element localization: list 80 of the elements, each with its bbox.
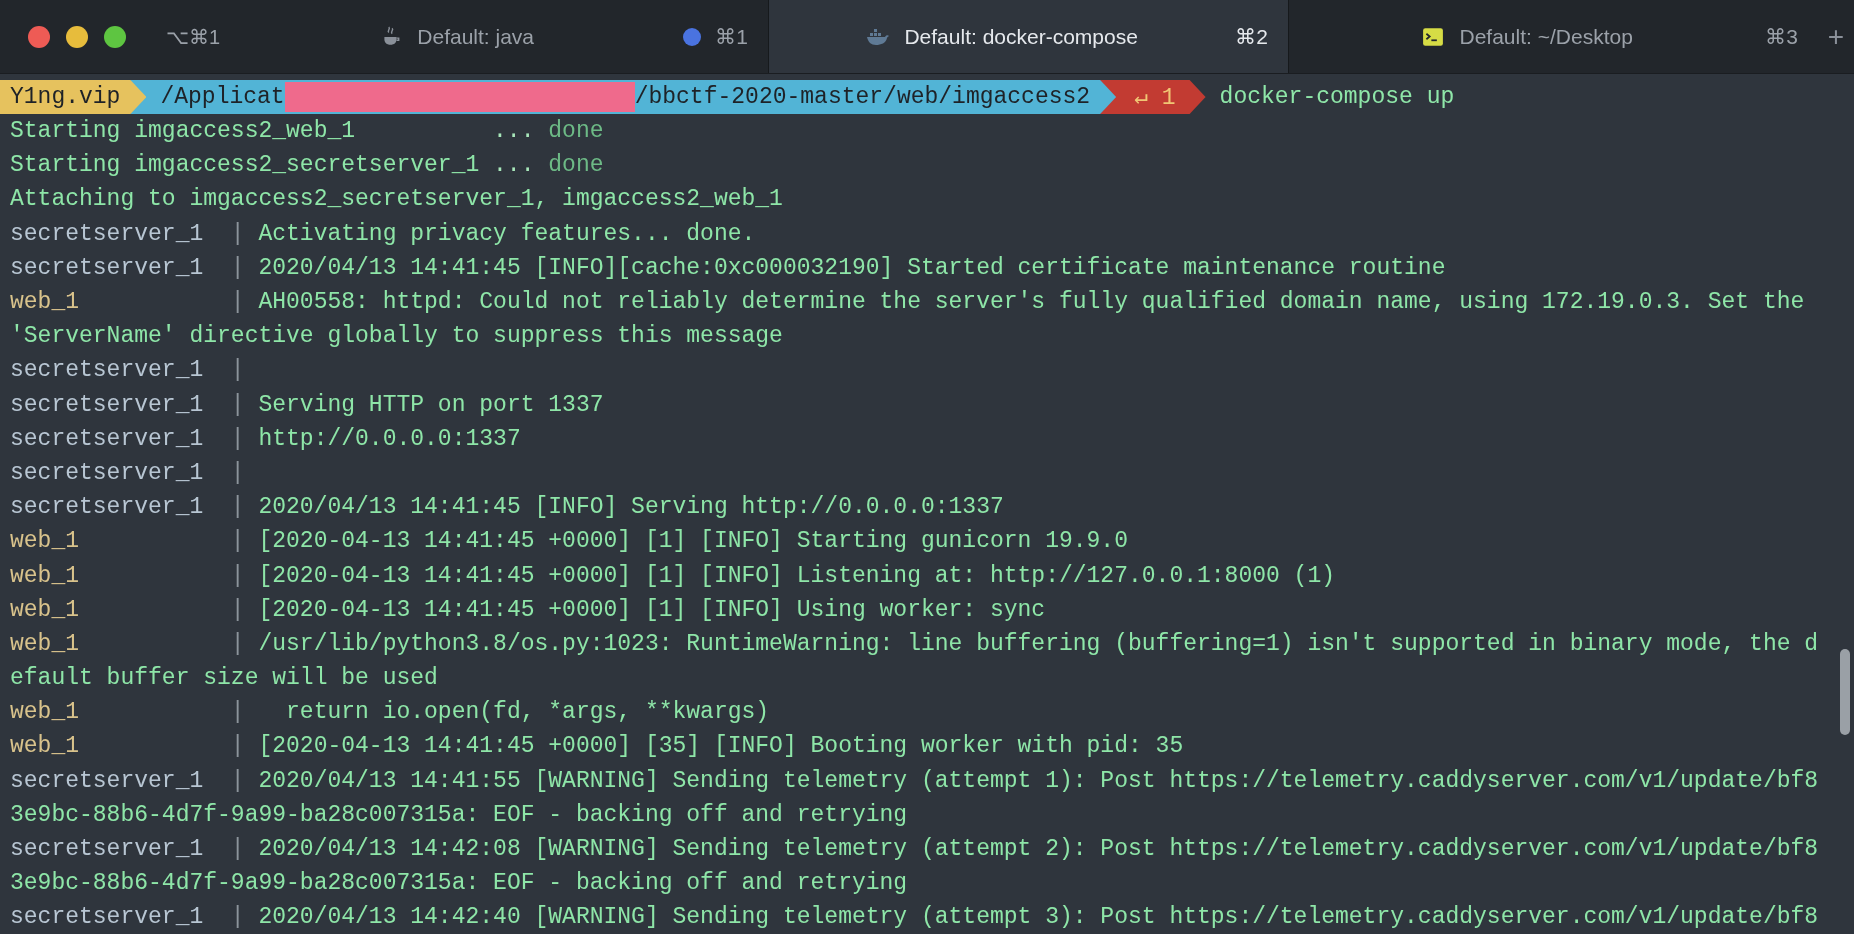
log-message: 2020/04/13 14:42:08 [WARNING] Sending telemetry (attempt 2): Post https://telemetry.caddyserver.com/v1/update/bf8 (258, 836, 1819, 863)
separator-pipe: | (230, 836, 245, 863)
service-name: web_1 (10, 733, 80, 760)
separator-pipe: | (230, 425, 245, 452)
host-segment: Y1ng.vip (0, 80, 147, 114)
log-message: /usr/lib/python3.8/os.py:1023: RuntimeWarning: line buffering (buffering=1) isn't supported in binary mode, the d (258, 630, 1819, 657)
log-message: 2020/04/13 14:41:45 [INFO] Serving http://0.0.0.0:1337 (258, 494, 1004, 521)
minimize-button[interactable] (66, 25, 88, 48)
new-tab-button[interactable]: + (1818, 0, 1854, 73)
tab-label: Default: ~/Desktop (1459, 24, 1633, 49)
service-name: secretserver_1 (10, 767, 205, 794)
log-text: efault buffer size will be used (10, 665, 438, 692)
window-shortcut: ⌥⌘1 (166, 24, 221, 49)
separator-pipe: | (230, 289, 245, 316)
separator-pipe: | (230, 494, 245, 521)
log-message: 2020/04/13 14:41:55 [WARNING] Sending telemetry (attempt 1): Post https://telemetry.caddyserver.com/v1/update/bf8 (258, 767, 1819, 794)
service-name: web_1 (10, 596, 80, 623)
separator-pipe: | (230, 357, 245, 384)
tab-label: Default: docker-compose (904, 24, 1138, 49)
separator-pipe: | (230, 904, 245, 931)
status-text: done (548, 118, 604, 145)
path-text: /Applicat (160, 84, 285, 110)
log-message: http://0.0.0.0:1337 (258, 425, 521, 452)
status-text: done (548, 152, 604, 179)
separator-pipe: | (230, 254, 245, 281)
log-text: 'ServerName' directive globally to suppress this message (10, 323, 783, 350)
separator-pipe: | (230, 220, 245, 247)
separator-pipe: | (230, 630, 245, 657)
tab[interactable]: Default: ~/Desktop ⌘3 (1288, 0, 1818, 73)
tab-shortcut: ⌘1 (715, 24, 748, 49)
progress-dots: ... (493, 152, 535, 179)
service-name: secretserver_1 (10, 836, 205, 863)
separator-pipe: | (230, 528, 245, 555)
separator-pipe: | (230, 767, 245, 794)
separator-pipe: | (230, 562, 245, 589)
log-message: Activating privacy features... done. (258, 220, 756, 247)
tab-label: Default: java (417, 24, 534, 49)
separator-pipe: | (230, 733, 245, 760)
log-message: Serving HTTP on port 1337 (258, 391, 604, 418)
log-message: [2020-04-13 14:41:45 +0000] [1] [INFO] Using worker: sync (258, 596, 1046, 623)
log-message: 2020/04/13 14:41:45 [INFO][cache:0xc000032190] Started certificate maintenance routine (258, 254, 1446, 281)
tab-shortcut: ⌘2 (1235, 24, 1268, 49)
log-message: return io.open(fd, *args, **kwargs) (285, 699, 770, 726)
log-message: 2020/04/13 14:42:40 [WARNING] Sending telemetry (attempt 3): Post https://telemetry.caddyserver.com/v1/update/bf8 (258, 904, 1819, 931)
log-text: Starting imgaccess2_secretserver_1 (10, 152, 480, 179)
tab[interactable]: Default: docker-compose ⌘2 (768, 0, 1288, 73)
log-message: [2020-04-13 14:41:45 +0000] [1] [INFO] Listening at: http://127.0.0.1:8000 (1) (258, 562, 1335, 589)
service-name: secretserver_1 (10, 459, 205, 486)
service-name: secretserver_1 (10, 357, 205, 384)
close-button[interactable] (28, 25, 50, 48)
service-name: web_1 (10, 699, 80, 726)
service-name: secretserver_1 (10, 391, 205, 418)
separator-pipe: | (230, 596, 245, 623)
separator-pipe: | (230, 459, 245, 486)
separator-pipe: | (230, 391, 245, 418)
tab-shortcut: ⌘3 (1765, 24, 1798, 49)
service-name: secretserver_1 (10, 904, 205, 931)
progress-dots: ... (493, 118, 535, 145)
service-name: web_1 (10, 562, 80, 589)
zoom-button[interactable] (104, 25, 126, 48)
service-name: secretserver_1 (10, 220, 205, 247)
separator-pipe: | (230, 699, 245, 726)
log-text: Starting imgaccess2_web_1 (10, 118, 357, 145)
command-text: docker-compose up (1219, 83, 1455, 112)
log-text: 3e9bc-88b6-4d7f-9a99-ba28c007315a: EOF - backing off and retrying (10, 870, 908, 897)
path-text: /bbctf-2020-master/web/imgaccess2 (634, 84, 1091, 110)
log-message: [2020-04-13 14:41:45 +0000] [1] [INFO] Starting gunicorn 19.9.0 (258, 528, 1128, 555)
service-name: web_1 (10, 630, 80, 657)
service-name: secretserver_1 (10, 254, 205, 281)
tab[interactable]: Default: java ⌘1 (230, 0, 768, 73)
service-name: web_1 (10, 289, 80, 316)
scrollbar-thumb[interactable] (1840, 649, 1850, 735)
service-name: web_1 (10, 528, 80, 555)
service-name: secretserver_1 (10, 425, 205, 452)
log-text: Attaching to imgaccess2_secretserver_1, imgaccess2_web_1 (10, 186, 783, 213)
log-text: 3e9bc-88b6-4d7f-9a99-ba28c007315a: EOF - backing off and retrying (10, 801, 908, 828)
service-name: secretserver_1 (10, 494, 205, 521)
terminal-icon (1421, 25, 1446, 48)
log-message: [2020-04-13 14:41:45 +0000] [35] [INFO] Booting worker with pid: 35 (258, 733, 1184, 760)
log-message: AH00558: httpd: Could not reliably determine the server's fully qualified domain name, using 172.19.0.3. Set the (258, 289, 1805, 316)
